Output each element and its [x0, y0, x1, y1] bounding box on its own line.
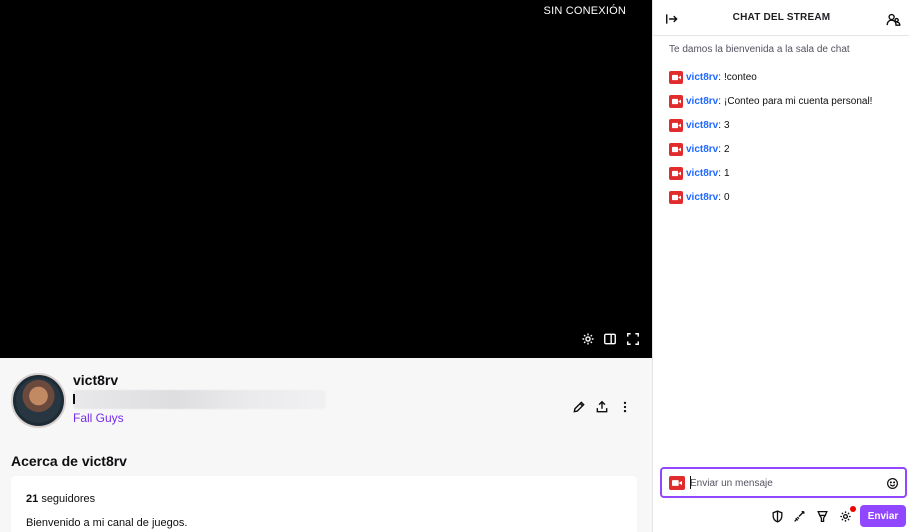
chat-message: vict8rv: 0: [669, 185, 904, 209]
chat-message-text: !conteo: [724, 71, 757, 83]
chat-input-box[interactable]: [660, 467, 907, 498]
chat-username[interactable]: vict8rv: [686, 192, 718, 203]
edit-icon[interactable]: [571, 399, 587, 415]
about-heading: Acerca de vict8rv: [11, 453, 127, 469]
app-root: SIN CONEXIÓN vict8rv Fall Guys Acerca de…: [0, 0, 909, 532]
game-link[interactable]: Fall Guys: [73, 411, 124, 425]
avatar[interactable]: [11, 373, 66, 428]
channel-name[interactable]: vict8rv: [73, 372, 118, 388]
mod-sword-icon[interactable]: [791, 508, 807, 524]
broadcaster-badge-icon[interactable]: [669, 94, 683, 108]
channel-points-icon[interactable]: [814, 508, 830, 524]
send-button[interactable]: Enviar: [860, 505, 906, 527]
community-users-icon[interactable]: [885, 11, 901, 27]
chat-message-text: 0: [724, 191, 730, 203]
broadcaster-badge-icon[interactable]: [669, 142, 683, 156]
chat-panel: CHAT DEL STREAM Te damos la bienvenida a…: [652, 0, 909, 532]
chat-header: CHAT DEL STREAM: [653, 0, 909, 36]
moderation-shield-icon[interactable]: [769, 508, 785, 524]
chat-message-text: 2: [724, 143, 730, 155]
channel-bio: Bienvenido a mi canal de juegos.: [26, 517, 188, 529]
offline-status: SIN CONEXIÓN: [543, 5, 626, 17]
text-caret: [690, 476, 691, 489]
chat-message: vict8rv: 2: [669, 137, 904, 161]
video-player[interactable]: SIN CONEXIÓN: [0, 0, 652, 358]
chat-username[interactable]: vict8rv: [686, 144, 718, 155]
broadcaster-badge-icon[interactable]: [669, 166, 683, 180]
chat-title: CHAT DEL STREAM: [732, 12, 831, 23]
stream-title-redacted: [73, 390, 326, 409]
chat-username[interactable]: vict8rv: [686, 72, 718, 83]
chat-message: vict8rv: ¡Conteo para mi cuenta personal…: [669, 89, 904, 113]
chat-welcome-message: Te damos la bienvenida a la sala de chat: [669, 44, 850, 55]
about-card: 21 seguidores Bienvenido a mi canal de j…: [11, 476, 637, 532]
theatre-mode-icon[interactable]: [602, 331, 618, 347]
chat-message: vict8rv: 3: [669, 113, 904, 137]
share-icon[interactable]: [594, 399, 610, 415]
more-icon[interactable]: [617, 399, 633, 415]
stream-title-cursor: [73, 394, 75, 404]
chat-message: vict8rv: 1: [669, 161, 904, 185]
chat-message-text: 3: [724, 119, 730, 131]
followers-count: 21 seguidores: [26, 493, 96, 505]
broadcaster-badge-icon[interactable]: [669, 118, 683, 132]
chat-username[interactable]: vict8rv: [686, 120, 718, 131]
settings-icon[interactable]: [580, 331, 596, 347]
chat-message-list: vict8rv: !conteo vict8rv: ¡Conteo para m…: [669, 65, 904, 209]
emote-picker-icon[interactable]: [885, 476, 899, 490]
broadcaster-badge-icon[interactable]: [669, 70, 683, 84]
chat-message-text: 1: [724, 167, 730, 179]
chat-message: vict8rv: !conteo: [669, 65, 904, 89]
chat-username[interactable]: vict8rv: [686, 96, 718, 107]
broadcaster-badge-icon[interactable]: [669, 190, 683, 204]
notification-dot: [850, 506, 856, 512]
broadcaster-badge-icon[interactable]: [669, 476, 685, 490]
chat-message-input[interactable]: [690, 474, 880, 492]
chat-message-text: ¡Conteo para mi cuenta personal!: [724, 95, 873, 107]
channel-info-panel: vict8rv Fall Guys Acerca de vict8rv 21 s…: [0, 358, 652, 532]
fullscreen-icon[interactable]: [625, 331, 641, 347]
chat-username[interactable]: vict8rv: [686, 168, 718, 179]
